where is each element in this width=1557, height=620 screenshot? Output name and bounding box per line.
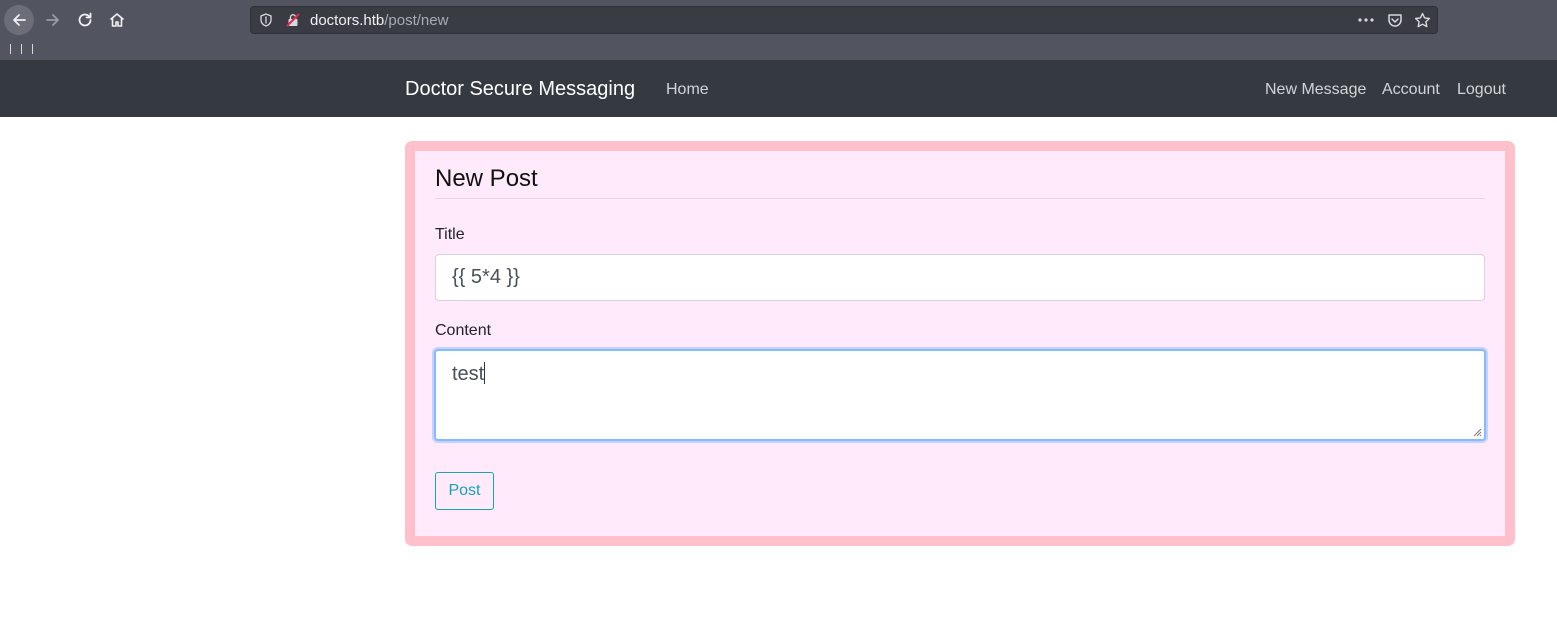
home-button[interactable] xyxy=(102,5,132,35)
bookmark-separator xyxy=(32,44,33,54)
reload-button[interactable] xyxy=(70,5,100,35)
new-post-card: New Post Title {{ 5*4 }} Content test Po… xyxy=(405,141,1515,546)
url-host: doctors.htb xyxy=(310,12,385,29)
content-textarea[interactable]: test xyxy=(434,349,1486,441)
nav-account-link[interactable]: Account xyxy=(1382,80,1440,99)
back-button[interactable] xyxy=(4,5,34,35)
form-legend: New Post xyxy=(435,165,1485,199)
address-bar[interactable]: doctors.htb/post/new xyxy=(250,6,1438,34)
url-text[interactable]: doctors.htb/post/new xyxy=(310,12,448,29)
content-label: Content xyxy=(435,322,492,339)
nav-new-message-link[interactable]: New Message xyxy=(1265,80,1366,99)
text-caret xyxy=(484,362,486,384)
site-navbar: Doctor Secure Messaging Home New Message… xyxy=(0,60,1557,117)
bookmark-separator xyxy=(10,44,11,54)
content-textarea-value: test xyxy=(452,363,485,385)
title-input[interactable]: {{ 5*4 }} xyxy=(435,254,1485,301)
nav-home-link[interactable]: Home xyxy=(666,80,709,99)
insecure-lock-icon[interactable] xyxy=(286,13,300,27)
url-path: /post/new xyxy=(384,12,449,29)
brand-link[interactable]: Doctor Secure Messaging xyxy=(405,78,635,100)
reload-icon xyxy=(78,12,92,27)
title-input-value: {{ 5*4 }} xyxy=(452,266,520,288)
bookmark-star-icon[interactable] xyxy=(1414,12,1431,29)
bookmark-separator xyxy=(21,44,22,54)
more-actions-icon[interactable] xyxy=(1357,12,1375,28)
arrow-left-icon xyxy=(13,14,26,26)
post-submit-button[interactable]: Post xyxy=(435,472,494,510)
pocket-icon[interactable] xyxy=(1387,12,1403,28)
home-icon xyxy=(109,13,125,27)
browser-toolbar: doctors.htb/post/new xyxy=(0,0,1557,60)
resize-handle-icon[interactable] xyxy=(1472,427,1482,437)
arrow-right-icon xyxy=(46,14,59,26)
bookmarks-toolbar xyxy=(10,44,33,56)
shield-icon[interactable] xyxy=(259,13,273,27)
nav-logout-link[interactable]: Logout xyxy=(1457,80,1506,99)
forward-button[interactable] xyxy=(38,5,68,35)
title-label: Title xyxy=(435,226,465,243)
